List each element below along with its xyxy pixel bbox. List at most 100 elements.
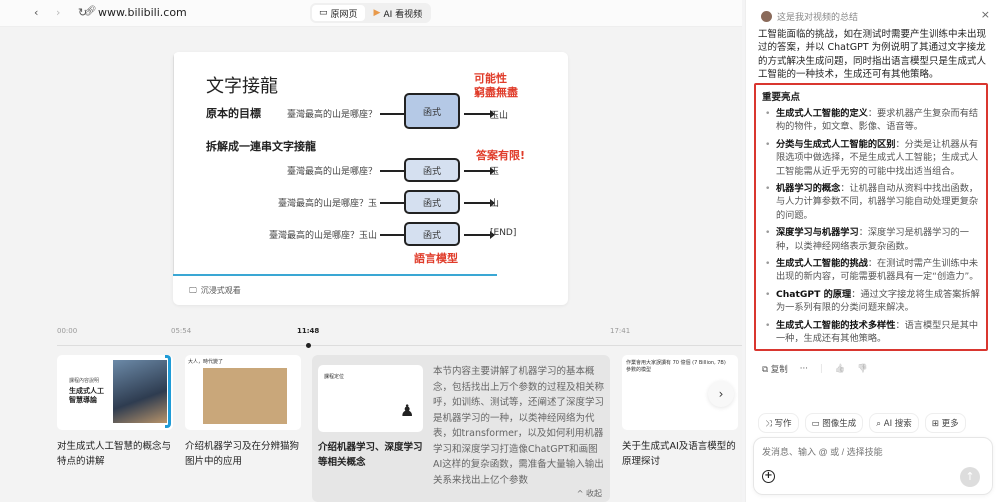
highlight-item: 机器学习的概念：让机器自动从资料中找出函数，与人力计算参数不同，机器学习能自动处… — [762, 182, 980, 222]
copy-button[interactable]: ⧉ 复制 — [762, 363, 788, 375]
chip-label: 更多 — [941, 419, 959, 429]
highlight-term: 生成式人工智能的技术多样性 — [776, 319, 896, 331]
chapter-title: 关于生成式AI及语言模型的原理探讨 — [622, 441, 736, 467]
arrow-icon — [464, 167, 495, 174]
window-icon: ▭ — [319, 8, 328, 18]
question: 臺灣最高的山是哪座？玉山 — [268, 231, 377, 241]
view-mode-switch: ▭ 原网页 ▶ AI 看视频 — [310, 3, 432, 23]
timeline-mark[interactable]: 00:00 — [57, 327, 77, 335]
chapter-card[interactable]: 大人，時代變了 介绍机器学习及在分辨猫狗图片中的应用 — [185, 355, 303, 469]
chip-label: AI 搜索 — [883, 419, 912, 429]
highlight-item: 深度学习与机器学习：深度学习是机器学习的一种，以类神经网络表示复杂函数。 — [762, 226, 980, 253]
panel-header-text: 这是我对视频的总结 — [777, 13, 859, 23]
back-button[interactable]: ‹ — [34, 6, 38, 19]
skill-chips: ⤨ 写作 ▭ 图像生成 ⌕ AI 搜索 ⊞ 更多 — [758, 413, 966, 433]
avatar — [761, 11, 772, 22]
question: 臺灣最高的山是哪座？ — [286, 110, 377, 120]
highlight-item: 生成式人工智能的挑战：在测试时需产生训练中未出现的新内容，可能需要机器具有一定“… — [762, 257, 980, 284]
timeline-cursor[interactable] — [306, 343, 311, 348]
arrow-icon — [464, 199, 495, 206]
forward-button[interactable]: › — [56, 6, 60, 19]
highlight-term: 分类与生成式人工智能的区别 — [776, 138, 896, 150]
highlight-item: 分类与生成式人工智能的区别：分类是让机器从有限选项中做选择，不是生成式人工智能；… — [762, 138, 980, 178]
chip-more[interactable]: ⊞ 更多 — [924, 413, 966, 433]
function-box: 函式 — [404, 190, 460, 214]
copy-label: 复制 — [770, 365, 788, 375]
highlight-item: 生成式人工智能的技术多样性：语言模型只是其中一种，生成还有其他策略。 — [762, 319, 980, 346]
monitor-icon: 🖵︎ — [189, 285, 197, 295]
thumb-text: 大人，時代變了 — [188, 359, 224, 365]
more-button[interactable]: ··· — [800, 364, 808, 374]
chapter-card[interactable]: 作業會用大家誤讀有 70 億個 (7 Billion, 7B) 參數的模型 关于… — [622, 355, 740, 469]
slide-frame: 文字接龍 可能性 窮盡無盡 原本的目標 臺灣最高的山是哪座？ 函式 玉山 拆解成… — [173, 52, 568, 276]
tab-label: AI 看视频 — [383, 9, 423, 20]
timeline-mark-current[interactable]: 11:48 — [297, 327, 319, 335]
tab-label: 原网页 — [330, 9, 358, 20]
question: 臺灣最高的山是哪座？ — [286, 167, 377, 177]
divider: | — [819, 364, 823, 374]
message-actions: ⧉ 复制 ··· | 👍 👎 — [762, 363, 868, 375]
message-input[interactable] — [762, 447, 982, 457]
highlight-term: ChatGPT 的原理 — [776, 288, 852, 300]
add-attachment-button[interactable]: + — [762, 470, 775, 483]
chapter-card-selected[interactable]: 課程定位 ♟ 介绍机器学习、深度学习等相关概念 本节内容主要讲解了机器学习的基本… — [312, 355, 610, 502]
arrow-icon — [380, 231, 411, 238]
note-infinite: 窮盡無盡 — [474, 86, 518, 99]
arrow-icon — [464, 231, 495, 238]
chip-write[interactable]: ⤨ 写作 — [758, 413, 799, 433]
arrow-icon — [380, 199, 411, 206]
highlight-term: 生成式人工智能的挑战 — [776, 258, 868, 270]
highlight-term: 深度学习与机器学习 — [776, 227, 859, 239]
note-finite: 答案有限! — [476, 149, 526, 162]
chapter-thumbnail: 課程內容說明 生成式人工智慧導論 — [57, 355, 173, 430]
function-box: 函式 — [404, 158, 460, 182]
thumb-title: 生成式人工智慧導論 — [69, 387, 104, 404]
playback-progress[interactable] — [173, 274, 497, 276]
chapter-card[interactable]: 課程內容說明 生成式人工智慧導論 对生成式人工智慧的概念与特点的讲解 — [57, 355, 175, 469]
grid-icon: ⊞ — [931, 419, 939, 429]
tab-original-page[interactable]: ▭ 原网页 — [312, 5, 365, 21]
chapter-description: 本节内容主要讲解了机器学习的基本概念，包括找出上万个参数的过程及相关称呼，如训练… — [433, 366, 605, 486]
message-composer: + ↑ — [753, 437, 993, 495]
thumbs-down-icon[interactable]: 👎 — [857, 364, 868, 374]
timeline-mark[interactable]: 05:54 — [171, 327, 191, 335]
arrow-icon — [464, 110, 495, 117]
write-icon: ⤨ — [765, 419, 772, 429]
search-icon: ⌕ — [876, 419, 882, 429]
url-bar[interactable]: www.bilibili.com — [98, 6, 187, 19]
highlight-term: 机器学习的概念 — [776, 183, 841, 195]
chip-ai-search[interactable]: ⌕ AI 搜索 — [869, 413, 919, 433]
video-player[interactable]: 文字接龍 可能性 窮盡無盡 原本的目標 臺灣最高的山是哪座？ 函式 玉山 拆解成… — [173, 52, 568, 305]
chapter-title: 介绍机器学习、深度学习等相关概念 — [318, 442, 423, 468]
immersive-mode-button[interactable]: 🖵︎ 沉浸式观看 — [189, 285, 241, 296]
highlights-title: 重要亮点 — [762, 92, 801, 103]
highlight-item: 生成式人工智能的定义：要求机器产生复杂而有结构的物件，如文章、影像、语音等。 — [762, 107, 980, 134]
summary-intro: 工智能面临的挑战，如在测试时需要产生训练中未出现过的答案，并以 ChatGPT … — [758, 29, 987, 81]
arrow-icon — [380, 110, 411, 117]
output: 玉山 — [490, 111, 509, 121]
slide-title: 文字接龍 — [206, 76, 278, 97]
ai-summary-panel: 这是我对视频的总结 × 工智能面临的挑战，如在测试时需要产生训练中未出现过的答案… — [745, 0, 1000, 502]
chapter-thumbnail: 大人，時代變了 — [185, 355, 301, 430]
thumbs-up-icon[interactable]: 👍 — [835, 364, 846, 374]
collapse-button[interactable]: ^ 收起 — [577, 488, 602, 499]
image-icon: ▭ — [811, 419, 820, 429]
chapter-title: 对生成式人工智慧的概念与特点的讲解 — [57, 441, 172, 467]
function-box: 函式 — [404, 93, 460, 129]
panel-header: 这是我对视频的总结 — [761, 10, 858, 23]
split-label: 拆解成一連串文字接龍 — [206, 140, 316, 153]
next-chapters-button[interactable]: › — [708, 381, 734, 407]
send-button[interactable]: ↑ — [960, 467, 980, 487]
copy-icon: ⧉ — [762, 365, 771, 375]
thumb-text: 作業會用大家誤讀有 70 億個 (7 Billion, 7B) 參數的模型 — [626, 360, 726, 373]
timeline-mark[interactable]: 17:41 — [610, 327, 630, 335]
thumb-text: 課程定位 — [324, 374, 345, 380]
tab-ai-watch[interactable]: ▶ AI 看视频 — [367, 5, 430, 21]
close-button[interactable]: × — [981, 8, 990, 21]
output: 玉 — [490, 167, 500, 177]
immersive-label: 沉浸式观看 — [200, 286, 241, 295]
link-icon: 🔗︎ — [84, 6, 97, 17]
thumbnail-image — [113, 360, 167, 423]
chip-image-gen[interactable]: ▭ 图像生成 — [804, 413, 864, 433]
timeline-track[interactable] — [57, 345, 742, 346]
